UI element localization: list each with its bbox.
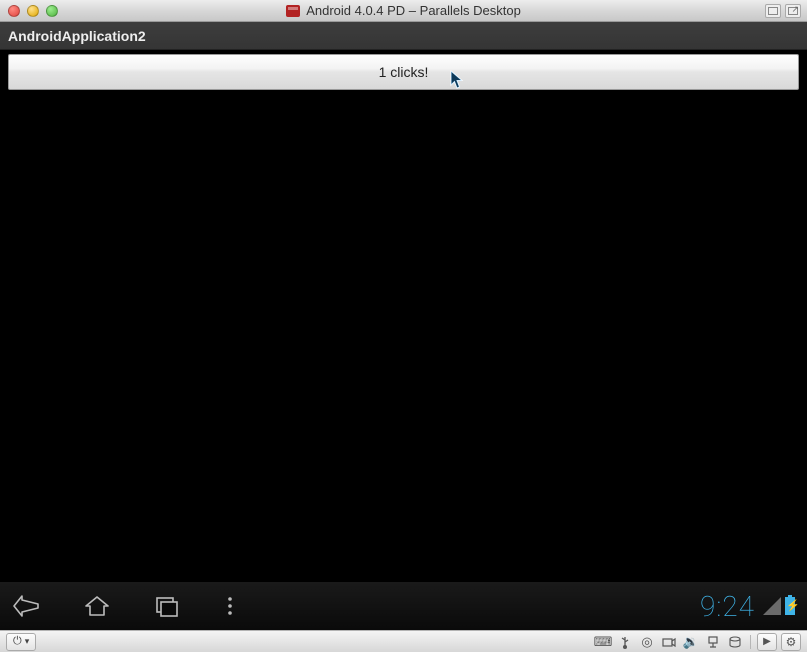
dropdown-arrow-icon: ▾ bbox=[25, 636, 30, 647]
nav-buttons bbox=[12, 594, 238, 618]
power-menu-button[interactable]: ⏻ ▾ bbox=[6, 633, 36, 651]
vm-screen[interactable]: AndroidApplication2 1 clicks! 9:24 bbox=[0, 22, 807, 630]
settings-button[interactable]: ⚙ bbox=[781, 633, 801, 651]
play-icon: ▶ bbox=[763, 636, 771, 647]
menu-icon[interactable] bbox=[222, 594, 238, 618]
home-icon[interactable] bbox=[82, 594, 112, 618]
disc-icon[interactable]: ◎ bbox=[638, 634, 656, 650]
status-icons[interactable]: ⚡ bbox=[763, 597, 795, 615]
close-window-button[interactable] bbox=[8, 5, 20, 17]
zoom-window-button[interactable] bbox=[46, 5, 58, 17]
android-app-title: AndroidApplication2 bbox=[8, 28, 146, 44]
click-counter-button[interactable]: 1 clicks! bbox=[8, 54, 799, 90]
status-clock[interactable]: 9:24 bbox=[700, 590, 755, 623]
click-counter-label: 1 clicks! bbox=[379, 64, 429, 80]
toolbar-separator bbox=[750, 635, 751, 649]
back-icon[interactable] bbox=[12, 594, 42, 618]
mac-titlebar: Android 4.0.4 PD – Parallels Desktop bbox=[0, 0, 807, 22]
traffic-lights bbox=[0, 5, 58, 17]
minimize-window-button[interactable] bbox=[27, 5, 39, 17]
window-title-text: Android 4.0.4 PD – Parallels Desktop bbox=[306, 3, 521, 18]
gear-icon: ⚙ bbox=[786, 635, 797, 649]
sound-icon[interactable]: 🔉 bbox=[682, 634, 700, 650]
parallels-icon bbox=[286, 5, 300, 17]
drive-icon[interactable] bbox=[726, 634, 744, 650]
parallels-toolbar: ⏻ ▾ ⌨ ◎ 🔉 ▶ ⚙ bbox=[0, 630, 807, 652]
usb-icon[interactable] bbox=[616, 634, 634, 650]
android-navbar: 9:24 ⚡ bbox=[0, 582, 807, 630]
coherence-button[interactable]: ▶ bbox=[757, 633, 777, 651]
battery-charging-icon: ⚡ bbox=[785, 597, 795, 615]
keyboard-icon[interactable]: ⌨ bbox=[594, 634, 612, 650]
power-icon: ⏻ bbox=[13, 635, 22, 648]
network-icon[interactable] bbox=[704, 634, 722, 650]
window-title: Android 4.0.4 PD – Parallels Desktop bbox=[0, 3, 807, 18]
window-mode-button[interactable] bbox=[765, 4, 781, 18]
titlebar-right-controls bbox=[765, 4, 807, 18]
android-app-titlebar: AndroidApplication2 bbox=[0, 22, 807, 50]
recent-apps-icon[interactable] bbox=[152, 594, 182, 618]
signal-icon bbox=[763, 597, 781, 615]
camera-icon[interactable] bbox=[660, 634, 678, 650]
enter-fullscreen-button[interactable] bbox=[785, 4, 801, 18]
